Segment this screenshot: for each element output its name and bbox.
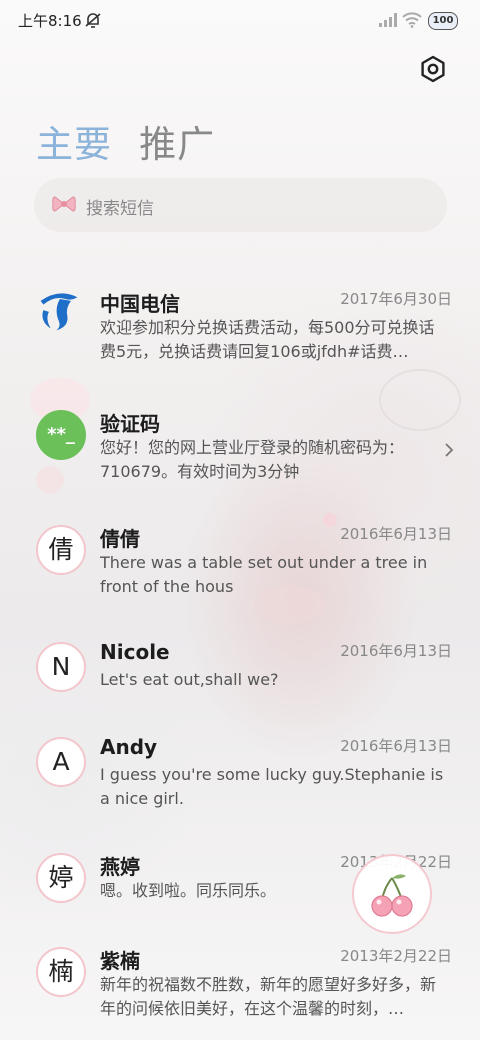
message-sender: 紫楠 — [100, 949, 140, 973]
message-item-verification-code[interactable]: **_ 验证码 您好！您的网上营业厅登录的随机密码为：710679。有效时间为3… — [0, 408, 480, 498]
message-preview: Let's eat out,shall we? — [100, 670, 279, 689]
message-preview: 欢迎参加积分兑换话费活动，每500分可兑换话费5元，兑换话费请回复106或jfd… — [100, 318, 435, 361]
search-bar[interactable]: 搜索短信 — [34, 178, 447, 232]
chevron-right-icon — [445, 443, 454, 457]
message-date: 2016年6月13日 — [340, 737, 452, 755]
status-bar: 上午8:16 100 — [0, 0, 480, 44]
tab-main[interactable]: 主要 — [36, 123, 112, 166]
message-sender: 验证码 — [100, 412, 160, 436]
wifi-icon — [402, 12, 422, 28]
message-preview: There was a table set out under a tree i… — [100, 553, 428, 596]
message-sender: Andy — [100, 735, 158, 759]
message-preview: 新年的祝福数不胜数，新年的愿望好多好多，新年的问候依旧美好，在这个温馨的时刻，… — [100, 975, 437, 1018]
message-date: 2017年6月30日 — [340, 290, 452, 308]
message-sender: 中国电信 — [100, 292, 180, 316]
message-item-zinan[interactable]: 楠 紫楠 2013年2月22日 新年的祝福数不胜数，新年的愿望好多好多，新年的问… — [0, 945, 480, 1035]
tab-bar: 主要 推广 — [36, 114, 237, 168]
settings-hexagon-icon[interactable] — [418, 54, 448, 84]
search-placeholder: 搜索短信 — [86, 199, 154, 219]
mute-bell-icon — [85, 13, 101, 28]
message-sender: 倩倩 — [100, 527, 140, 551]
avatar: A — [36, 737, 86, 787]
cherry-icon — [371, 874, 413, 917]
tab-promo[interactable]: 推广 — [139, 123, 215, 166]
message-sender: 燕婷 — [100, 855, 140, 879]
message-date: 2016年6月13日 — [340, 642, 452, 660]
message-preview: I guess you're some lucky guy.Stephanie … — [100, 765, 444, 808]
avatar: 倩 — [36, 525, 86, 575]
china-telecom-logo-icon — [40, 293, 78, 331]
verification-avatar: **_ — [36, 410, 86, 460]
message-preview: 您好！您的网上营业厅登录的随机密码为：710679。有效时间为3分钟 — [100, 438, 405, 481]
message-item-nicole[interactable]: N Nicole 2016年6月13日 Let's eat out,shall … — [0, 640, 480, 730]
message-item-andy[interactable]: A Andy 2016年6月13日 I guess you're some lu… — [0, 735, 480, 825]
status-time: 上午8:16 — [18, 12, 82, 30]
avatar: N — [36, 642, 86, 692]
message-date: 2016年6月13日 — [340, 525, 452, 543]
message-item-china-telecom[interactable]: 中国电信 2017年6月30日 欢迎参加积分兑换话费活动，每500分可兑换话费5… — [0, 288, 480, 378]
message-sender: Nicole — [100, 640, 170, 664]
signal-icon — [379, 13, 397, 27]
message-date: 2013年2月22日 — [340, 947, 452, 965]
battery-indicator: 100 — [428, 12, 458, 30]
compose-button[interactable] — [352, 854, 432, 934]
avatar: 楠 — [36, 947, 86, 997]
message-item-qianqian[interactable]: 倩 倩倩 2016年6月13日 There was a table set ou… — [0, 523, 480, 613]
bow-icon — [52, 196, 76, 212]
avatar: 婷 — [36, 853, 86, 903]
